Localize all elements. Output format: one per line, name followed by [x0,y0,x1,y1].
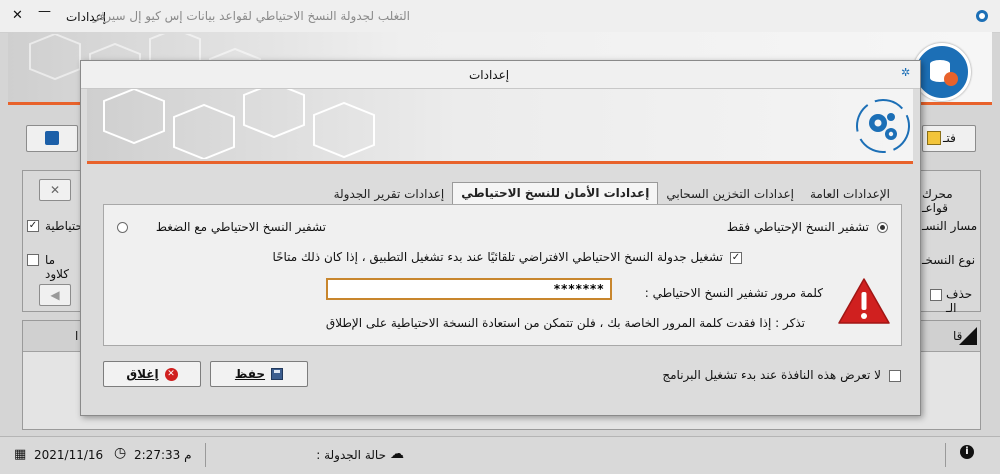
tab-schedule-report[interactable]: إعدادات تقرير الجدولة [326,184,453,204]
status-date: 2021/11/16 [34,448,104,462]
radio-encrypt-compress[interactable] [117,222,128,233]
status-bar: ▦ 2021/11/16 ◷ 2:27:33 م ☁ حالة الجدولة … [0,436,1000,474]
save-label: حفظ [234,367,266,381]
tab-cloud-storage[interactable]: إعدادات التخزين السحابي [658,184,802,204]
background-left-button[interactable] [26,125,78,152]
delete-x-icon[interactable]: ✕ [39,179,71,201]
background-row-label-4: حذف الـ [946,287,973,315]
password-warning-text: تذكر : إذا فقدت كلمة المرور الخاصة بك ، … [325,316,805,330]
cloud-icon: ☁ [390,446,404,462]
close-label: إغلاق [126,367,159,381]
checkbox-default-schedule-label: تشغيل جدولة النسخ الاحتياطي الافتراضي تل… [272,250,723,264]
dialog-title-bar: إعدادات ✲ [81,61,920,89]
status-time: 2:27:33 م [134,448,192,462]
warning-icon [838,278,890,324]
password-input[interactable] [326,278,612,300]
background-small-button[interactable]: ◀ [39,284,71,306]
background-right-panel: محرك قواعـ مسار النسـ نوع النسخـ حذف الـ [919,170,981,315]
checkbox-dont-show[interactable] [889,370,901,382]
dialog-hexagon-pattern [103,89,375,159]
status-divider [205,443,206,467]
table-header-left: ا [75,329,79,343]
checkbox-default-schedule[interactable]: ✓ [730,252,742,264]
background-open-button[interactable]: فتـ [922,125,976,152]
dialog-banner [87,89,913,164]
schedule-status-label: حالة الجدولة : [316,448,386,462]
clock-icon: ◷ [114,445,127,461]
settings-gears-icon [856,99,910,153]
background-checkbox-2[interactable] [27,254,39,266]
dialog-title: إعدادات [469,68,510,82]
title-bar: ✕ — إعدادات التغلب لجدولة النسخ الاحتياط… [0,0,1000,33]
background-open-label: فتـ [943,131,956,145]
info-icon[interactable]: i [960,445,974,459]
background-row-label-3: نوع النسخـ [922,253,976,267]
background-row-label-2: مسار النسـ [922,219,978,233]
minimize-icon[interactable]: — [38,4,51,19]
security-tab-panel: تشفير النسخ الإحتياطي فقط تشفير النسخ ال… [103,204,902,346]
window-title: التغلب لجدولة النسخ الاحتياطي لقواعد بيا… [92,9,410,23]
background-checkbox-1[interactable]: ✓ [27,220,39,232]
close-button[interactable]: إغلاق ✕ [103,361,201,387]
sort-corner-icon[interactable] [959,327,977,345]
settings-tabs: الإعدادات العامة إعدادات التخزين السحابي… [326,182,898,205]
radio-encrypt-only[interactable] [877,222,888,233]
close-icon[interactable]: ✕ [12,8,23,23]
background-row-label-1: محرك قواعـ [922,187,953,215]
cancel-circle-icon: ✕ [164,367,178,381]
app-logo [913,43,971,101]
status-divider-2 [945,443,946,467]
tab-general[interactable]: الإعدادات العامة [802,184,898,204]
password-label: كلمة مرور تشفير النسخ الاحتياطي : [644,286,823,300]
background-left-label-2: ما كلاود [45,253,70,281]
tab-backup-security[interactable]: إعدادات الأمان للنسخ الاحتياطي [452,182,659,205]
app-icon [976,10,988,22]
main-window: ✕ — إعدادات التغلب لجدولة النسخ الاحتياط… [0,0,1000,474]
dont-show-label: لا تعرض هذه النافذة عند بدء تشغيل البرنا… [662,368,881,382]
settings-dialog: إعدادات ✲ الإعدادات العامة إعدادات التخز… [80,60,921,416]
background-left-panel: ✕ ✓ احتياطية ما كلاود ◀ [22,170,86,312]
calendar-icon: ▦ [14,447,27,462]
background-delete-checkbox[interactable] [930,289,942,301]
dialog-gear-icon: ✲ [901,66,911,79]
radio-encrypt-only-label: تشفير النسخ الإحتياطي فقط [726,220,869,234]
floppy-disk-icon [271,368,284,380]
radio-encrypt-compress-label: تشفير النسخ الاحتياطي مع الضغط [155,220,326,234]
save-button[interactable]: حفظ [210,361,308,387]
